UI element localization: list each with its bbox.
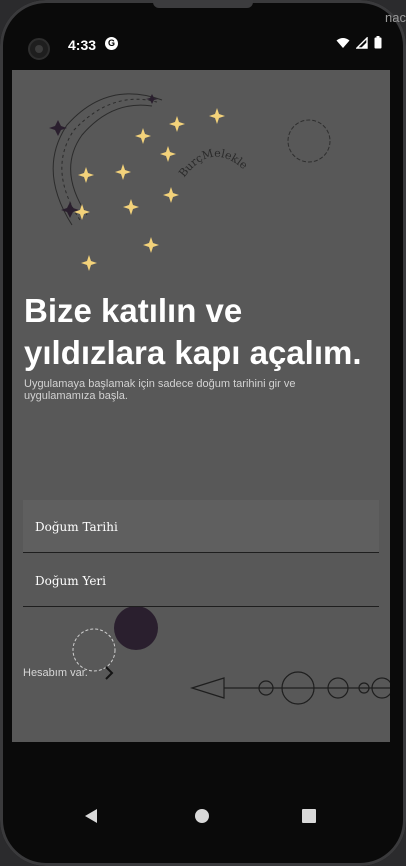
have-account-label: Hesabım var.	[23, 667, 88, 679]
status-time: 4:33	[68, 37, 97, 53]
recents-square-icon[interactable]	[302, 809, 316, 823]
overflow-text: nac	[385, 10, 406, 25]
birth-date-label: Doğum Tarihi	[35, 520, 118, 534]
home-circle-icon[interactable]	[194, 808, 210, 824]
title-line-1: Bize katılın ve	[24, 292, 243, 329]
system-nav-bar	[12, 790, 390, 842]
front-camera	[28, 38, 50, 60]
dashed-circle-top	[287, 119, 331, 163]
title-line-2: yıldızlara kapı açalım.	[24, 334, 362, 371]
app-notification-icon: G	[105, 37, 118, 50]
status-bar: 4:33 G	[12, 24, 390, 70]
battery-icon	[374, 36, 382, 49]
chevron-right-icon[interactable]	[104, 666, 114, 680]
birth-date-field[interactable]: Doğum Tarihi	[23, 500, 379, 553]
birth-place-field[interactable]: Doğum Yeri	[23, 554, 379, 607]
dark-planet-circle	[114, 606, 158, 650]
speaker-grille	[153, 0, 253, 8]
back-triangle-icon[interactable]	[84, 808, 98, 824]
dark-stars	[49, 94, 158, 218]
orbit-arrow-decoration	[189, 671, 390, 705]
brand-logo-text: BurçMelekleri	[12, 70, 250, 180]
birth-place-label: Doğum Yeri	[35, 574, 107, 588]
dashed-circle-bottom	[72, 628, 116, 672]
page-title: Bize katılın ve yıldızlara kapı açalım.	[24, 290, 384, 374]
gold-stars	[74, 108, 225, 271]
wifi-icon	[336, 37, 350, 48]
decorative-background: BurçMelekleri	[12, 70, 390, 705]
status-icons	[336, 36, 382, 49]
cellular-signal-icon	[356, 36, 368, 49]
page-subtitle: Uygulamaya başlamak için sadece doğum ta…	[24, 378, 296, 402]
app-screen: BurçMelekleri Bize katılın ve yıldızlara…	[12, 70, 390, 742]
have-account-row[interactable]: Hesabım var.	[23, 666, 114, 680]
